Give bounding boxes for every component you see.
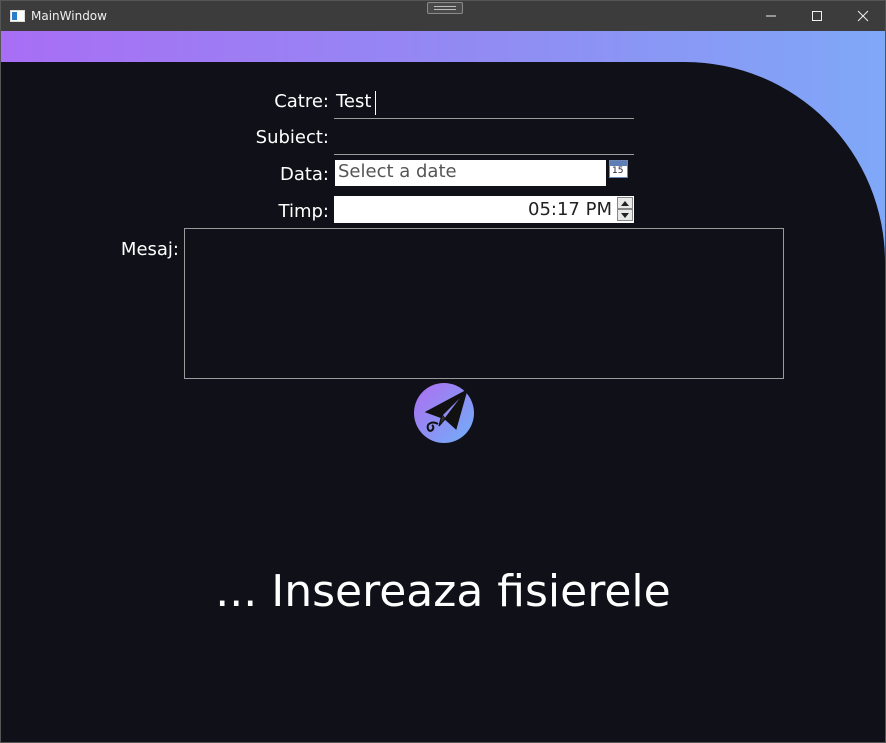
to-field-value: Test (336, 91, 372, 112)
to-label: Catre: (274, 91, 329, 112)
chevron-down-icon (621, 212, 629, 218)
close-icon (857, 10, 869, 22)
time-label: Timp: (278, 201, 329, 222)
subject-label: Subiect: (255, 127, 329, 148)
time-decrement-button[interactable] (617, 209, 633, 221)
chevron-up-icon (621, 200, 629, 206)
snap-layout-handle[interactable] (427, 2, 463, 14)
date-picker-input[interactable]: Select a date (335, 160, 606, 186)
time-increment-button[interactable] (617, 197, 633, 209)
text-caret (375, 91, 376, 115)
main-window: MainWindow Catre: Test Subiect: Data: Se… (0, 0, 886, 743)
client-area: Catre: Test Subiect: Data: Select a date… (1, 31, 885, 742)
minimize-button[interactable] (748, 1, 794, 31)
date-label: Data: (279, 164, 329, 185)
file-drop-zone[interactable]: ... Insereaza fisierele (1, 566, 885, 617)
title-bar[interactable]: MainWindow (1, 1, 885, 31)
message-label: Mesaj: (120, 239, 179, 260)
to-field[interactable]: Test (334, 89, 634, 119)
send-button[interactable] (414, 383, 474, 443)
date-placeholder: Select a date (338, 161, 457, 182)
time-value: 05:17 PM (528, 199, 612, 220)
paper-plane-icon (424, 389, 468, 432)
time-picker[interactable]: 05:17 PM (334, 196, 634, 223)
app-icon (10, 10, 25, 22)
window-title: MainWindow (31, 9, 107, 23)
minimize-icon (766, 15, 776, 17)
message-textarea[interactable] (184, 228, 784, 379)
subject-field[interactable] (334, 125, 634, 155)
maximize-button[interactable] (794, 1, 840, 31)
maximize-icon (812, 11, 822, 21)
close-button[interactable] (840, 1, 885, 31)
calendar-icon[interactable]: 15 (609, 160, 628, 178)
calendar-icon-day: 15 (612, 166, 624, 176)
